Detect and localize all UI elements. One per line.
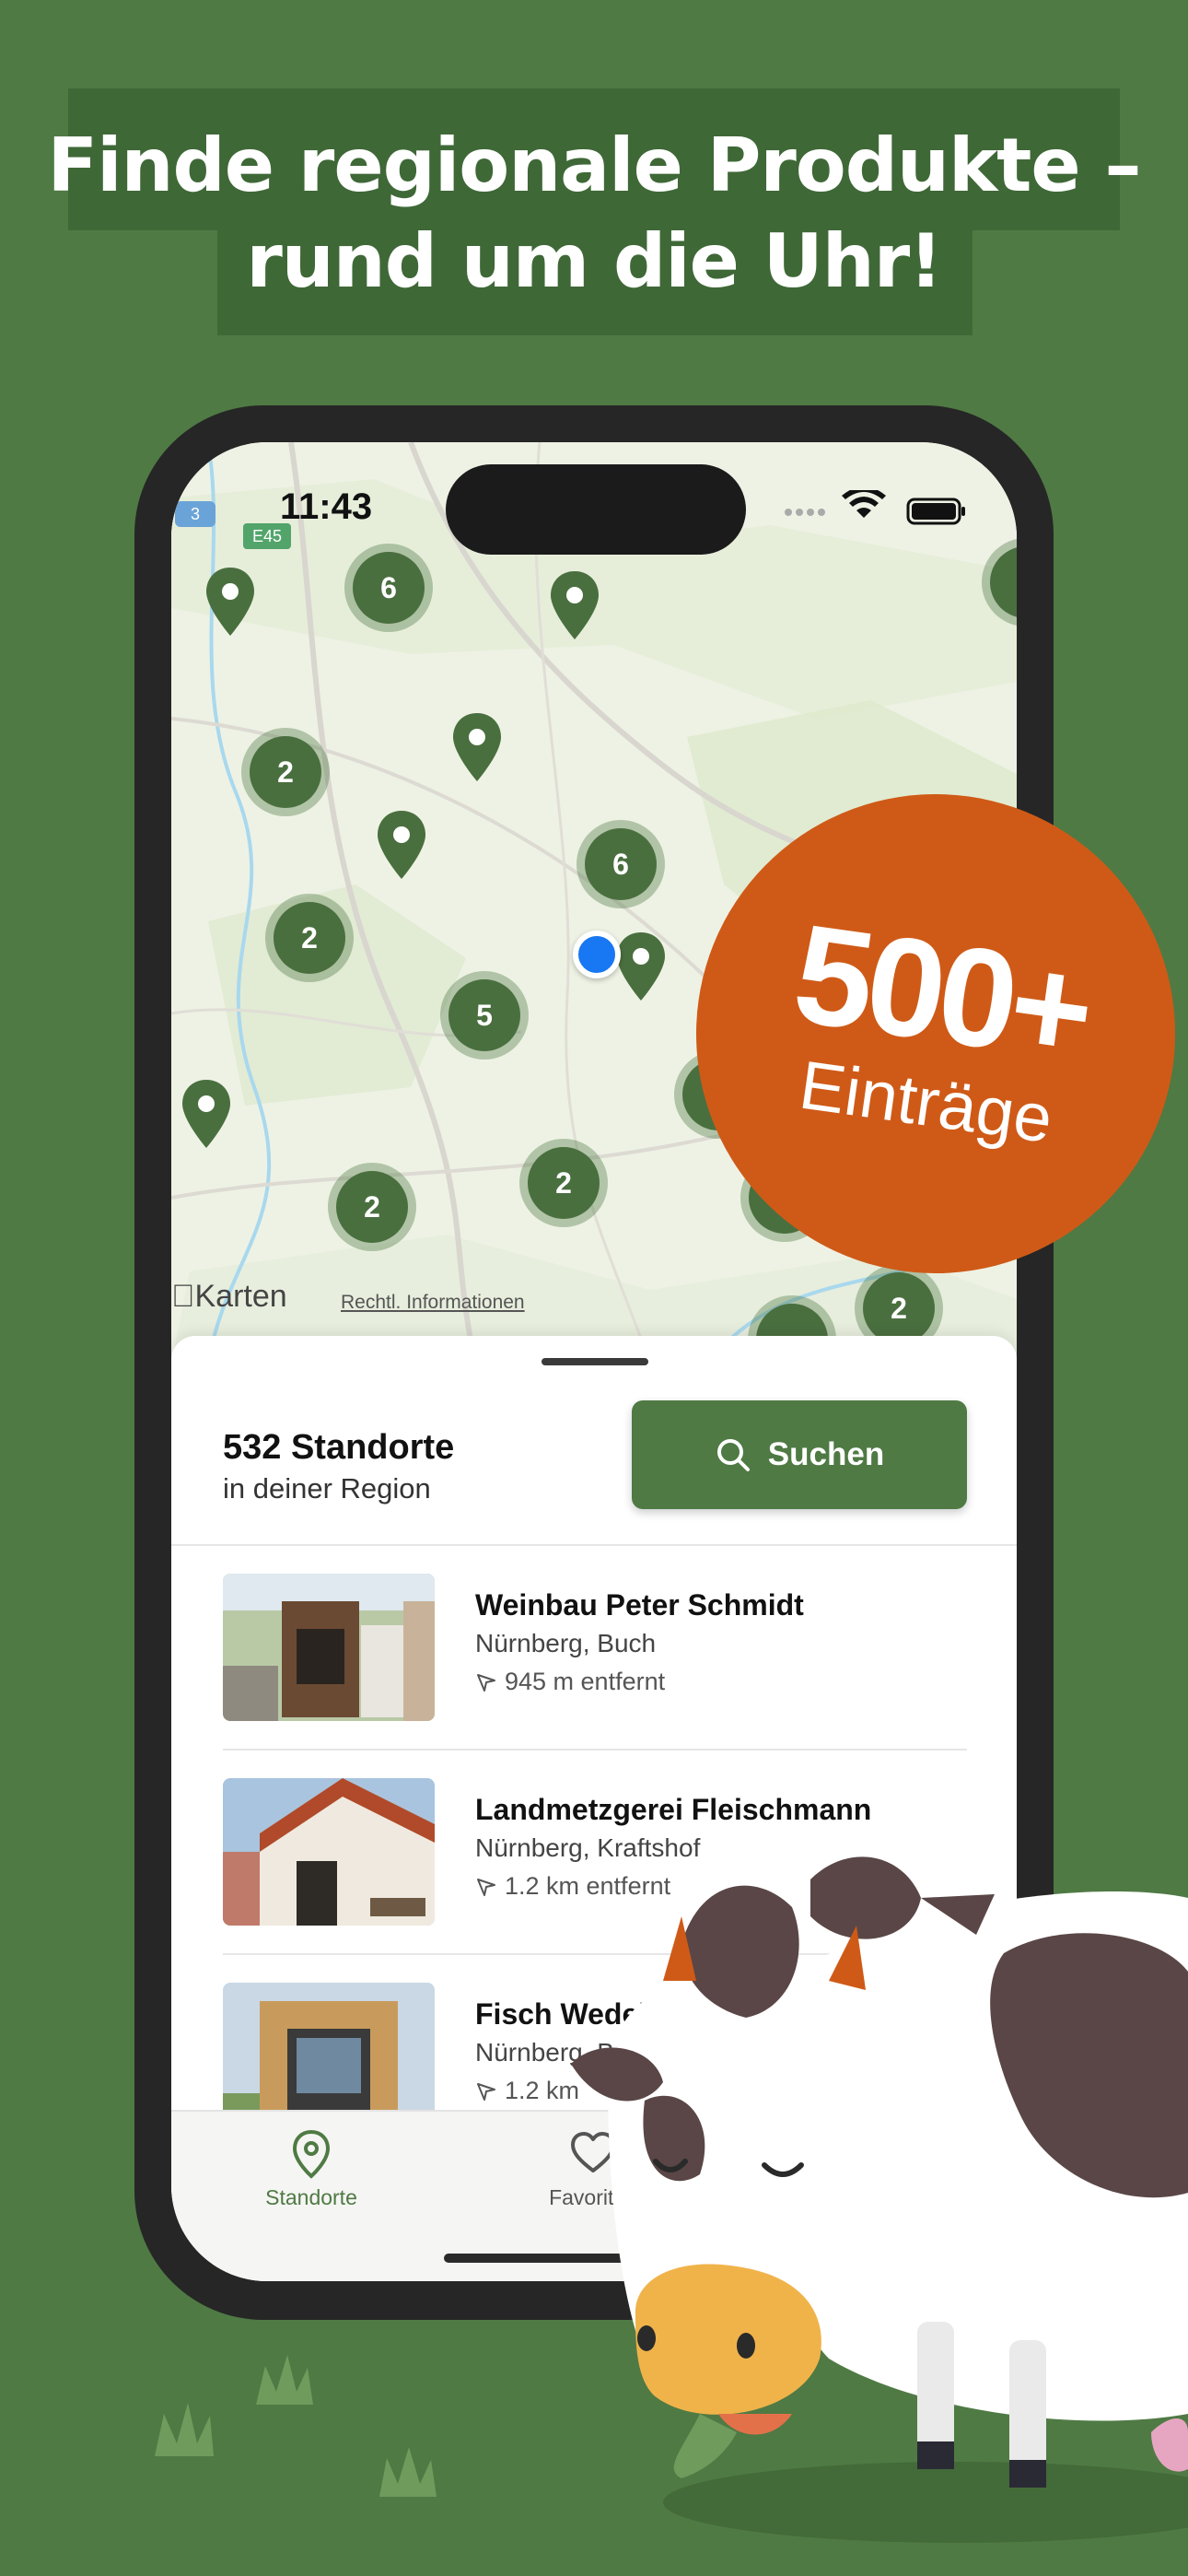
- grass-tuft-icon: [155, 2355, 437, 2497]
- cow-illustration: [155, 1856, 1188, 2543]
